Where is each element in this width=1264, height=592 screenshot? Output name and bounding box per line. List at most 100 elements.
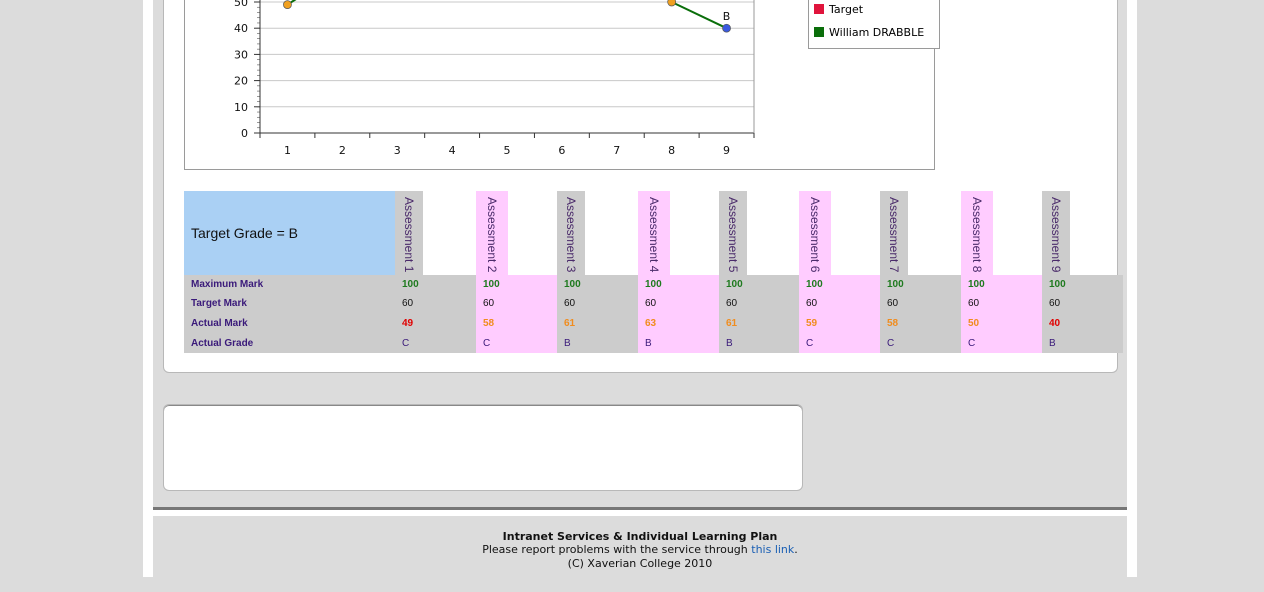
target-mark-cell: 60 [483, 298, 495, 309]
max-mark-cell: 100 [564, 279, 581, 290]
assessment-header: Assessment 7 [880, 191, 908, 275]
x-tick-label: 5 [504, 144, 511, 157]
grade-mark-cell: B [564, 338, 571, 349]
target-mark-cell: 60 [402, 298, 414, 309]
row-label-target: Target Mark [191, 298, 247, 309]
footer-report-line: Please report problems with the service … [153, 543, 1127, 556]
row-label-actual: Actual Mark [191, 318, 248, 329]
actual-mark-cell: 50 [968, 318, 980, 329]
x-tick-label: 7 [613, 144, 620, 157]
y-tick-label: 30 [234, 48, 248, 61]
legend-swatch-student [814, 27, 824, 37]
chart-legend: Target William DRABBLE [808, 0, 940, 49]
target-grade-text: Target Grade = B [191, 225, 299, 241]
x-tick-label: 6 [558, 144, 565, 157]
progress-chart: 0 10 20 30 40 50 1 2 3 4 5 6 7 8 9 B Target William DRA… [184, 0, 940, 170]
grade-mark-cell: B [645, 338, 652, 349]
grade-mark-cell: C [968, 338, 976, 349]
empty-panel [163, 404, 803, 491]
grade-mark-cell: C [806, 338, 814, 349]
target-mark-cell: 60 [1049, 298, 1061, 309]
footer-report-suffix: . [794, 543, 798, 556]
data-point-marker [722, 23, 731, 33]
target-mark-cell: 60 [726, 298, 738, 309]
series-line-segment [671, 1, 727, 30]
footer-copyright: (C) Xaverian College 2010 [567, 557, 713, 570]
assessment-header-label: Assessment 6 [808, 197, 822, 273]
target-mark-cell: 60 [806, 298, 818, 309]
actual-mark-cell: 63 [645, 318, 657, 329]
target-mark-cell: 60 [645, 298, 657, 309]
assessment-header: Assessment 8 [961, 191, 993, 275]
actual-mark-cell: 59 [806, 318, 818, 329]
y-tick-label: 40 [234, 22, 248, 35]
page-container: 0 10 20 30 40 50 1 2 3 4 5 6 7 8 9 B Target William DRA… [143, 0, 1137, 577]
grade-mark-cell: C [402, 338, 410, 349]
footer-title: Intranet Services & Individual Learning … [502, 530, 778, 543]
legend-swatch-target [814, 4, 824, 14]
assessment-header: Assessment 9 [1042, 191, 1070, 275]
target-mark-cell: 60 [887, 298, 899, 309]
assessment-header: Assessment 6 [799, 191, 831, 275]
data-point-marker [283, 0, 292, 9]
assessment-header: Assessment 2 [476, 191, 508, 275]
x-tick-label: 8 [668, 144, 675, 157]
assessment-header-label: Assessment 5 [726, 197, 740, 273]
max-mark-cell: 100 [402, 279, 419, 290]
assessment-header: Assessment 4 [638, 191, 670, 275]
max-mark-cell: 100 [726, 279, 743, 290]
row-label-max: Maximum Mark [191, 279, 264, 290]
assessment-header: Assessment 1 [395, 191, 423, 275]
max-mark-cell: 100 [483, 279, 500, 290]
grade-mark-cell: B [726, 338, 733, 349]
actual-mark-cell: 61 [726, 318, 738, 329]
max-mark-cell: 100 [968, 279, 985, 290]
x-tick-label: 9 [723, 144, 730, 157]
data-point-marker [667, 0, 677, 7]
assessment-header: Assessment 5 [719, 191, 747, 275]
actual-mark-cell: 49 [402, 318, 414, 329]
y-tick-label: 20 [234, 75, 248, 88]
legend-item-target: Target [814, 2, 863, 16]
max-mark-cell: 100 [806, 279, 823, 290]
assessment-header-label: Assessment 3 [564, 197, 578, 273]
assessment-header-label: Assessment 2 [485, 197, 499, 273]
y-tick-label: 10 [234, 101, 248, 114]
assessment-header-label: Assessment 4 [647, 197, 661, 273]
assessment-header-label: Assessment 1 [402, 197, 416, 273]
footer: Intranet Services & Individual Learning … [153, 516, 1127, 577]
point-annotation: B [723, 10, 731, 23]
target-mark-cell: 60 [564, 298, 576, 309]
grade-mark-cell: B [1049, 338, 1056, 349]
x-tick-label: 1 [284, 144, 291, 157]
assessment-header-label: Assessment 8 [970, 197, 984, 273]
legend-label: William DRABBLE [829, 25, 925, 39]
y-tick-label: 50 [234, 0, 248, 9]
report-problem-link[interactable]: this link [751, 543, 794, 556]
actual-mark-cell: 40 [1049, 318, 1061, 329]
main-panel: 0 10 20 30 40 50 1 2 3 4 5 6 7 8 9 B Target William DRA… [153, 0, 1127, 507]
progress-card: 0 10 20 30 40 50 1 2 3 4 5 6 7 8 9 B Target William DRA… [163, 0, 1123, 373]
footer-report-text: Please report problems with the service … [482, 543, 752, 556]
grade-mark-cell: C [887, 338, 895, 349]
legend-label: Target [829, 2, 864, 16]
actual-mark-cell: 58 [887, 318, 899, 329]
target-mark-cell: 60 [968, 298, 980, 309]
actual-mark-cell: 58 [483, 318, 495, 329]
max-mark-cell: 100 [1049, 279, 1066, 290]
y-tick-label: 0 [241, 127, 248, 140]
max-mark-cell: 100 [887, 279, 904, 290]
footer-divider [153, 507, 1127, 510]
row-label-grade: Actual Grade [191, 338, 254, 349]
target-grade-cell: Target Grade = B [184, 191, 395, 275]
assessment-header-label: Assessment 9 [1049, 197, 1063, 273]
grade-mark-cell: C [483, 338, 491, 349]
assessment-header-label: Assessment 7 [887, 197, 901, 273]
x-tick-label: 4 [449, 144, 456, 157]
max-mark-cell: 100 [645, 279, 662, 290]
actual-mark-cell: 61 [564, 318, 576, 329]
x-tick-label: 3 [394, 144, 401, 157]
legend-item-student: William DRABBLE [814, 25, 924, 39]
x-tick-label: 2 [339, 144, 346, 157]
assessment-header: Assessment 3 [557, 191, 585, 275]
